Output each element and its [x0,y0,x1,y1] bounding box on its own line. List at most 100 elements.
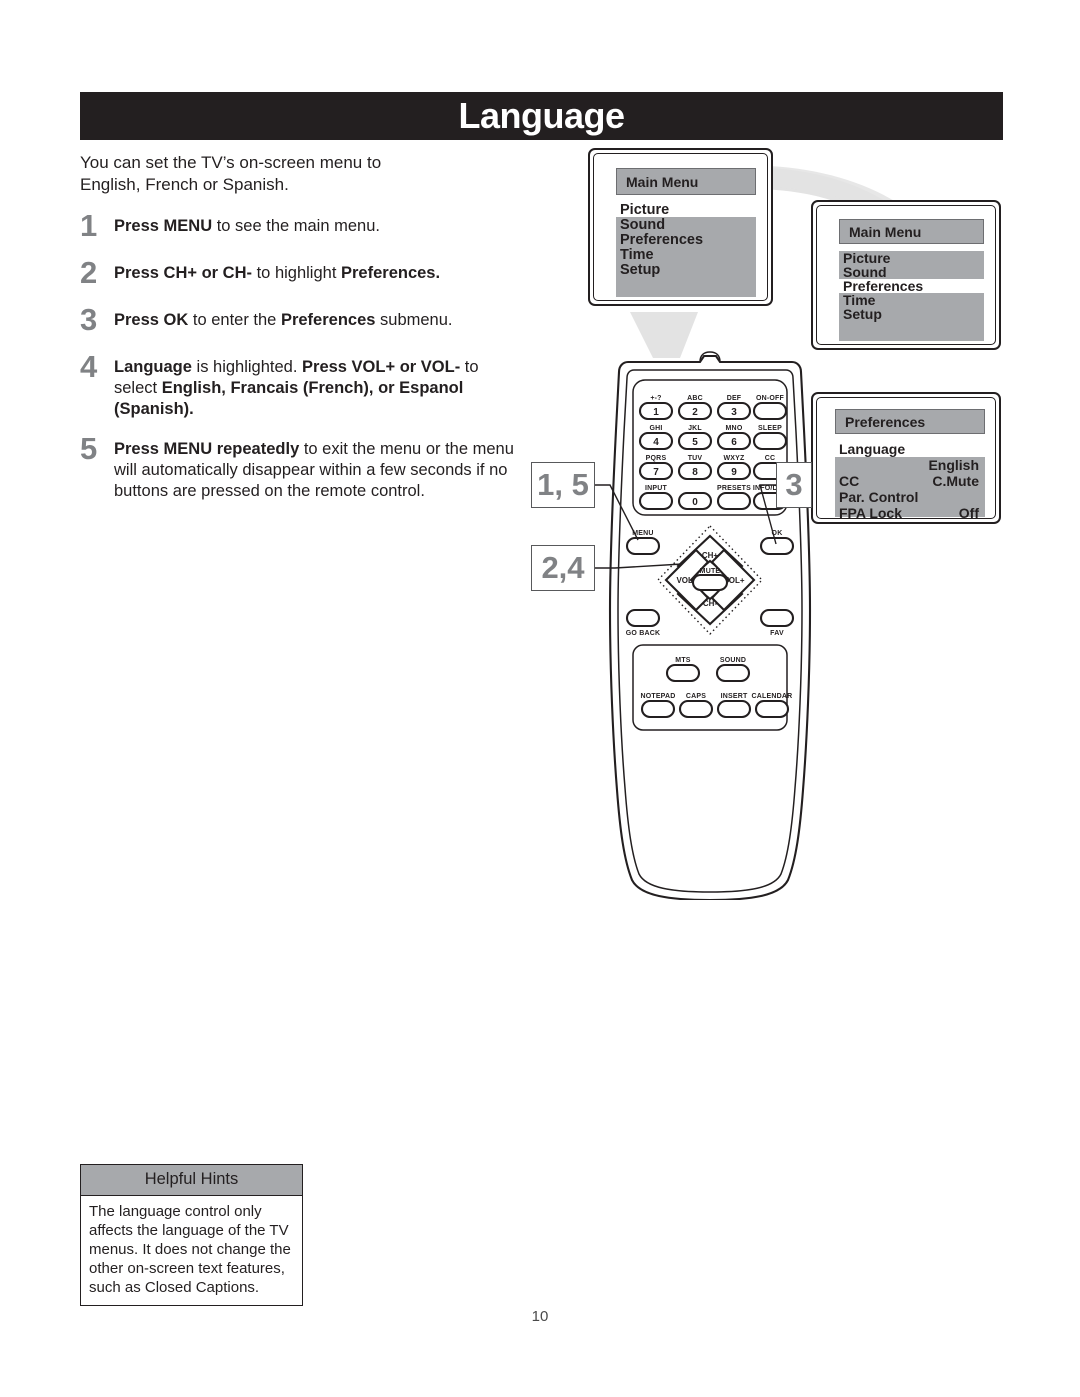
intro-paragraph: You can set the TV’s on-screen menu to E… [80,153,382,194]
osd-menu-item[interactable]: Time [839,292,984,308]
osd-item-value: English [928,457,979,473]
osd-item-label: Sound [620,216,666,233]
osd-menu-item[interactable]: Sound [839,264,984,280]
osd-menu-item[interactable]: Picture [839,250,984,266]
step-number: 1 [80,208,98,243]
svg-text:7: 7 [653,467,659,478]
svg-text:TUV: TUV [688,455,703,462]
svg-text:FAV: FAV [770,630,784,637]
svg-text:SLEEP: SLEEP [758,425,782,432]
steps-list: 1 Press MENU to see the main menu. 2 Press … [80,210,520,502]
osd-item-label: Setup [620,261,661,278]
osd-menu-item[interactable]: Preferences [616,231,756,248]
svg-text:8: 8 [692,467,698,478]
menu-button-art [625,536,661,556]
svg-text:5: 5 [692,437,698,448]
svg-text:PQRS: PQRS [646,455,667,462]
svg-text:1: 1 [653,407,659,418]
tv-bezel-inner: Main Menu Picture Sound Preferences Time Set… [816,205,996,345]
osd-item-label: Setup [843,306,882,322]
osd-title-main-1: Main Menu [616,168,756,195]
osd-menu-item[interactable]: Par. Control [835,489,985,505]
osd-item-label: Picture [620,201,670,218]
step-item: 2 Press CH+ or CH- to highlight Preferenc… [80,257,520,291]
svg-text:CALENDAR: CALENDAR [752,693,793,700]
osd-item-label: CC [839,473,860,489]
osd-menu-item[interactable]: Sound [616,216,756,233]
ok-button-art [759,536,795,556]
osd-menu-item[interactable]: Language [835,441,985,457]
helpful-hints-box: Helpful Hints The language control only … [80,1164,303,1306]
osd-list-main-1: Picture Sound Preferences Time Setup [616,202,756,297]
svg-text:NOTEPAD: NOTEPAD [640,693,675,700]
svg-text:CAPS: CAPS [686,693,706,700]
page-title: Language [458,95,625,136]
svg-text:GHI: GHI [649,425,662,432]
step-item: 3 Press OK to enter the Preferences subme… [80,304,520,338]
osd-menu-item[interactable]: English [835,457,985,473]
svg-text:MTS: MTS [675,657,691,664]
step-item: 4 Language is highlighted. Press VOL+ or … [80,351,520,420]
step-text: Language is highlighted. Press VOL+ or V… [114,358,479,418]
osd-menu-item[interactable]: Time [616,246,756,263]
svg-text:MNO: MNO [726,425,743,432]
page-header: Language [80,92,1003,140]
step-text: Press OK to enter the Preferences submen… [114,311,453,329]
osd-item-label: FPA Lock [839,505,903,521]
svg-text:WXYZ: WXYZ [723,455,745,462]
tv-screen-preferences: Preferences Language English CC C.Mute Par. … [811,392,1001,524]
callout-leader-24 [595,563,683,569]
svg-text:PRESETS: PRESETS [717,485,751,492]
keypad-row-3: PQRS 7 TUV 8 WXYZ 9 CC [638,455,788,481]
svg-text:ABC: ABC [687,395,703,402]
callout-step-1-5: 1, 5 [531,462,595,508]
callout-step-2-4: 2,4 [531,545,595,591]
osd-menu-item[interactable]: Setup [616,261,756,278]
tv-bezel-inner: Main Menu Picture Sound Preferences Time Set… [593,153,768,301]
osd-list-preferences: Language English CC C.Mute Par. Control FPA L… [835,441,985,521]
instructions-column: You can set the TV’s on-screen menu to E… [80,152,520,521]
osd-menu-item[interactable]: Preferences [839,278,984,294]
osd-item-value: C.Mute [932,473,979,489]
keypad-row-2: GHI 4 JKL 5 MNO 6 SLEEP [638,425,788,451]
osd-item-label: Preferences [620,231,704,248]
step-number: 4 [80,349,98,384]
tv-screen-main-menu-1: Main Menu Picture Sound Preferences Time Set… [588,148,773,306]
svg-text:+-?: +-? [650,395,661,402]
svg-text:6: 6 [731,437,737,448]
step-text: Press MENU to see the main menu. [114,217,380,235]
osd-item-label: Time [620,246,654,263]
osd-item-label: Par. Control [839,489,919,505]
osd-menu-item[interactable]: Setup [839,306,984,322]
tv-screen-main-menu-2: Main Menu Picture Sound Preferences Time Set… [811,200,1001,350]
svg-text:ON-OFF: ON-OFF [756,395,785,402]
osd-title-preferences: Preferences [835,409,985,434]
svg-text:CC: CC [765,455,776,462]
osd-menu-item[interactable]: Picture [616,201,756,218]
helpful-hints-title: Helpful Hints [81,1165,302,1196]
osd-item-label: Language [839,441,906,457]
step-text: Press CH+ or CH- to highlight Preference… [114,264,441,282]
svg-text:INPUT: INPUT [645,485,668,492]
svg-text:0: 0 [692,497,698,508]
svg-text:4: 4 [653,437,659,448]
svg-text:INSERT: INSERT [721,693,748,700]
step-item: 5 Press MENU repeatedly to exit the menu … [80,433,520,502]
page-number: 10 [531,1308,549,1325]
keypad-row-1: +-? 1 ABC 2 DEF 3 ON-OFF [638,395,788,421]
svg-text:DEF: DEF [727,395,742,402]
svg-text:3: 3 [731,407,737,418]
illustration-area: .ln { fill:none; stroke:#231f20; stroke-… [520,140,1020,900]
step-item: 1 Press MENU to see the main menu. [80,210,520,244]
tv-bezel-inner: Preferences Language English CC C.Mute Par. … [816,397,996,521]
zoom-cone [630,312,698,358]
osd-menu-item[interactable]: CC C.Mute [835,473,985,489]
svg-text:SOUND: SOUND [720,657,746,664]
osd-item-value: Off [958,505,979,521]
osd-list-main-2: Picture Sound Preferences Time Setup [839,250,984,341]
osd-menu-item[interactable]: FPA Lock Off [835,505,985,521]
step-text: Press MENU repeatedly to exit the menu o… [114,440,514,500]
svg-text:9: 9 [731,467,737,478]
step-number: 3 [80,302,98,337]
osd-title-main-2: Main Menu [839,219,984,244]
